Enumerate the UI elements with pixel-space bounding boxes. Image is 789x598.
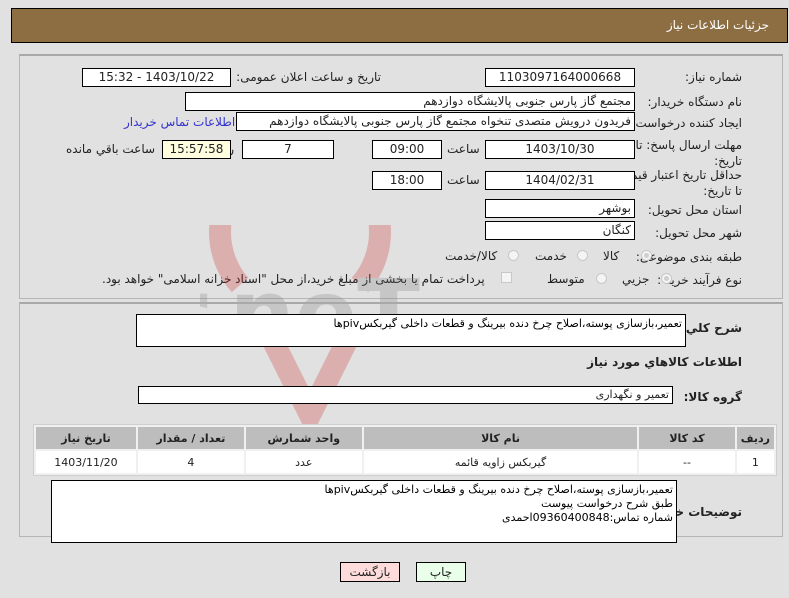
items-table: ردیف کد کالا نام کالا واحد شمارش تعداد /… bbox=[33, 424, 777, 476]
col-header-name: نام کالا bbox=[363, 427, 638, 449]
buyer-notes-textarea[interactable]: تعمیر،بازسازی پوسته،اصلاح چرخ دنده بیرین… bbox=[51, 480, 677, 543]
reply-deadline-label: مهلت ارسال پاسخ: تا تاریخ: bbox=[635, 138, 742, 168]
page-title: جزئیات اطلاعات نیاز bbox=[666, 18, 769, 32]
purchase-type-option-medium: متوسط bbox=[547, 272, 585, 286]
cell-unit: عدد bbox=[245, 451, 362, 473]
back-button[interactable]: بازگشت bbox=[340, 562, 400, 582]
items-table-header: ردیف کد کالا نام کالا واحد شمارش تعداد /… bbox=[36, 427, 774, 449]
col-header-need-date: تاریخ نیاز bbox=[36, 427, 136, 449]
announce-datetime-label: تاریخ و ساعت اعلان عمومی: bbox=[236, 70, 381, 84]
page-header: جزئیات اطلاعات نیاز bbox=[11, 8, 788, 43]
province-label: استان محل تحویل: bbox=[647, 203, 742, 217]
city-label: شهر محل تحویل: bbox=[655, 226, 742, 240]
cell-name: گیربکس زاویه قائمه bbox=[363, 451, 638, 473]
treasury-payment-note: پرداخت تمام یا بخشی از مبلغ خرید،از محل … bbox=[102, 272, 485, 286]
category-radio-goods[interactable] bbox=[641, 250, 652, 261]
reply-deadline-time-label: ساعت bbox=[447, 142, 480, 156]
price-validity-time-label: ساعت bbox=[447, 173, 480, 187]
col-header-quantity: تعداد / مقدار bbox=[137, 427, 244, 449]
table-row: 1 -- گیربکس زاویه قائمه عدد 4 1403/11/20 bbox=[36, 451, 774, 473]
cell-quantity: 4 bbox=[137, 451, 244, 473]
print-button[interactable]: چاپ bbox=[416, 562, 466, 582]
col-header-unit: واحد شمارش bbox=[245, 427, 362, 449]
buyer-contact-link[interactable]: اطلاعات تماس خریدار bbox=[124, 115, 235, 129]
price-validity-time-field: 18:00 bbox=[372, 171, 442, 190]
category-option-service: خدمت bbox=[535, 249, 567, 263]
purchase-type-radio-minor[interactable] bbox=[661, 273, 672, 284]
remaining-time-field: 15:57:58 bbox=[162, 140, 231, 159]
need-number-label: شماره نیاز: bbox=[685, 70, 742, 84]
purchase-type-radio-medium[interactable] bbox=[596, 273, 607, 284]
description-textarea[interactable]: تعمیر،بازسازی پوسته،اصلاح چرخ دنده بیرین… bbox=[136, 314, 686, 347]
cell-row-number: 1 bbox=[736, 451, 774, 473]
purchase-type-option-minor: جزیي bbox=[622, 272, 650, 286]
buyer-org-field: مجتمع گاز پارس جنوبی پالایشگاه دوازدهم bbox=[185, 92, 635, 111]
goods-section-title: اطلاعات کالاهاي مورد نیاز bbox=[587, 355, 742, 369]
goods-group-field: تعمیر و نگهداری bbox=[138, 386, 673, 404]
category-radio-goods-service[interactable] bbox=[508, 250, 519, 261]
need-number-field: 1103097164000668 bbox=[485, 68, 635, 87]
remaining-time-label: ساعت باقي مانده bbox=[66, 142, 156, 156]
treasury-payment-checkbox[interactable] bbox=[501, 272, 512, 283]
announce-datetime-field: 1403/10/22 - 15:32 bbox=[82, 68, 231, 87]
buyer-org-label: نام دستگاه خریدار: bbox=[647, 95, 743, 109]
requester-field: فریدون درویش متصدی تنخواه مجتمع گاز پارس… bbox=[236, 112, 635, 131]
category-option-goods-service: کالا/خدمت bbox=[445, 249, 498, 263]
category-radio-service[interactable] bbox=[577, 250, 588, 261]
cell-need-date: 1403/11/20 bbox=[36, 451, 136, 473]
reply-deadline-time-field: 09:00 bbox=[372, 140, 442, 159]
goods-group-label: گروه کالا: bbox=[683, 390, 742, 404]
price-validity-date-field: 1404/02/31 bbox=[485, 171, 635, 190]
cell-code: -- bbox=[639, 451, 735, 473]
col-header-row: ردیف bbox=[736, 427, 774, 449]
reply-deadline-date-field: 1403/10/30 bbox=[485, 140, 635, 159]
province-field: بوشهر bbox=[485, 199, 635, 218]
remaining-days-field: 7 bbox=[242, 140, 334, 159]
city-field: کنگان bbox=[485, 221, 635, 240]
col-header-code: کد کالا bbox=[639, 427, 735, 449]
category-option-goods: کالا bbox=[603, 249, 620, 263]
requester-label: ایجاد کننده درخواست: bbox=[631, 116, 742, 130]
